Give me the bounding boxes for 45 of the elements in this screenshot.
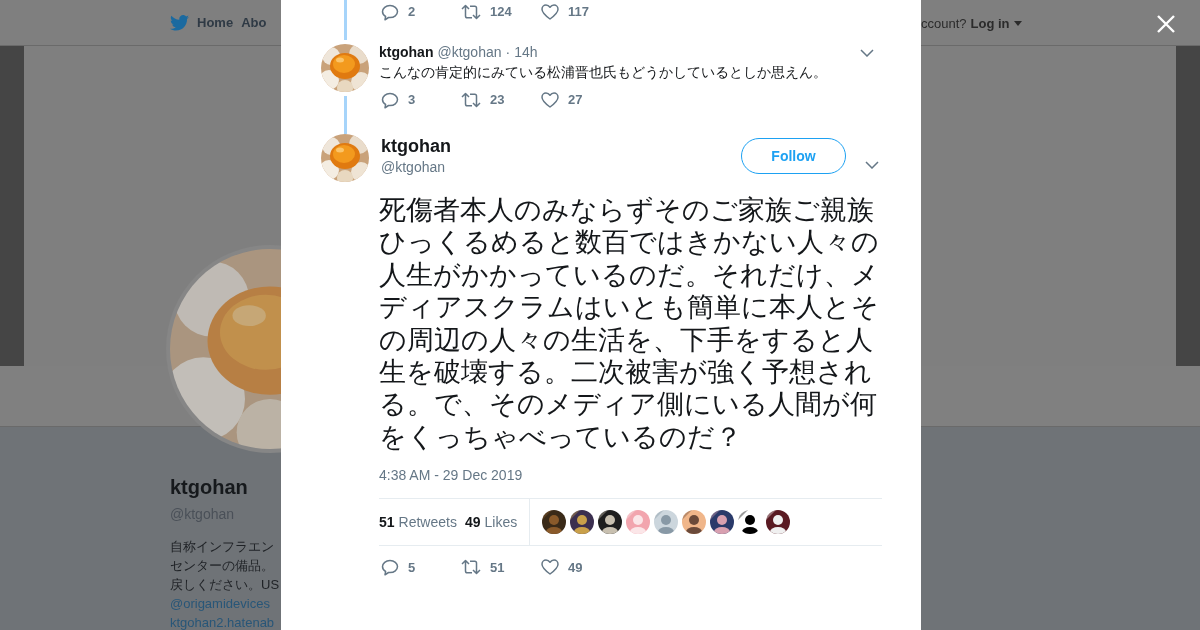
retweet-label[interactable]: Retweets xyxy=(398,511,457,533)
nav-link[interactable]: Abo xyxy=(241,12,267,33)
tweet-timestamp: 4:38 AM - 29 Dec 2019 xyxy=(379,466,524,486)
retweet-icon[interactable] xyxy=(461,92,481,108)
retweet-icon[interactable] xyxy=(461,559,481,576)
heart-icon[interactable] xyxy=(541,559,559,576)
reply-count: 5 xyxy=(408,558,416,577)
like-count: 117 xyxy=(568,3,589,22)
reply-icon[interactable] xyxy=(381,3,399,21)
reply-count: 3 xyxy=(408,91,416,110)
retweet-count: 124 xyxy=(490,3,512,22)
follow-button[interactable]: Follow xyxy=(741,138,846,174)
like-label[interactable]: Likes xyxy=(484,511,518,533)
reply-count: 2 xyxy=(408,3,416,22)
profile-name: ktgohan xyxy=(170,475,249,500)
like-count: 49 xyxy=(464,512,481,532)
bird-icon xyxy=(170,14,189,31)
retweet-icon[interactable] xyxy=(461,4,481,20)
bio-text: センターの備品。 xyxy=(170,557,275,575)
separator: · xyxy=(505,42,511,62)
user-handle[interactable]: @ktgohan xyxy=(381,157,451,178)
close-icon[interactable] xyxy=(1157,15,1175,33)
bio-text: 戻しください。US xyxy=(170,576,281,594)
retweet-count: 51 xyxy=(490,558,505,577)
like-count: 27 xyxy=(568,91,583,110)
tweet-text: こんなの肯定的にみている松浦晋也氏もどうかしているとしか思えん。 xyxy=(379,63,828,82)
caret-icon xyxy=(1013,21,1022,27)
login-link[interactable]: Log in xyxy=(970,14,1010,34)
login-prompt: ccount? xyxy=(921,15,967,33)
home-link[interactable]: Home xyxy=(197,12,234,33)
user-name[interactable]: ktgohan xyxy=(381,135,451,157)
chevron-icon[interactable] xyxy=(860,48,874,57)
user-name[interactable]: ktgohan xyxy=(379,41,434,63)
retweet-count: 51 xyxy=(379,512,395,532)
heart-icon[interactable] xyxy=(541,92,559,108)
reply-icon[interactable] xyxy=(381,91,399,109)
chevron-icon[interactable] xyxy=(865,160,879,169)
tweet-time[interactable]: 14h xyxy=(514,41,538,63)
bio-text: 自称インフラエン xyxy=(170,538,275,556)
reply-icon[interactable] xyxy=(381,558,399,576)
tweet-text: 死傷者本人のみならずそのご家族ご親族ひっくるめると数百ではきかない人々の人生がかかっているのだ。それだけ、メディアスクラムはいとも簡単に本人とその周辺の人々の生活を、下手をすると人生を破壊する。二次被害が強く予想される。で、そのメディア側にいる人間が何をくっちゃべっているのだ？ xyxy=(379,194,880,454)
like-count: 49 xyxy=(568,558,583,577)
user-handle[interactable]: @ktgohan xyxy=(437,41,502,63)
heart-icon[interactable] xyxy=(541,4,559,20)
retweet-count: 23 xyxy=(490,91,505,110)
